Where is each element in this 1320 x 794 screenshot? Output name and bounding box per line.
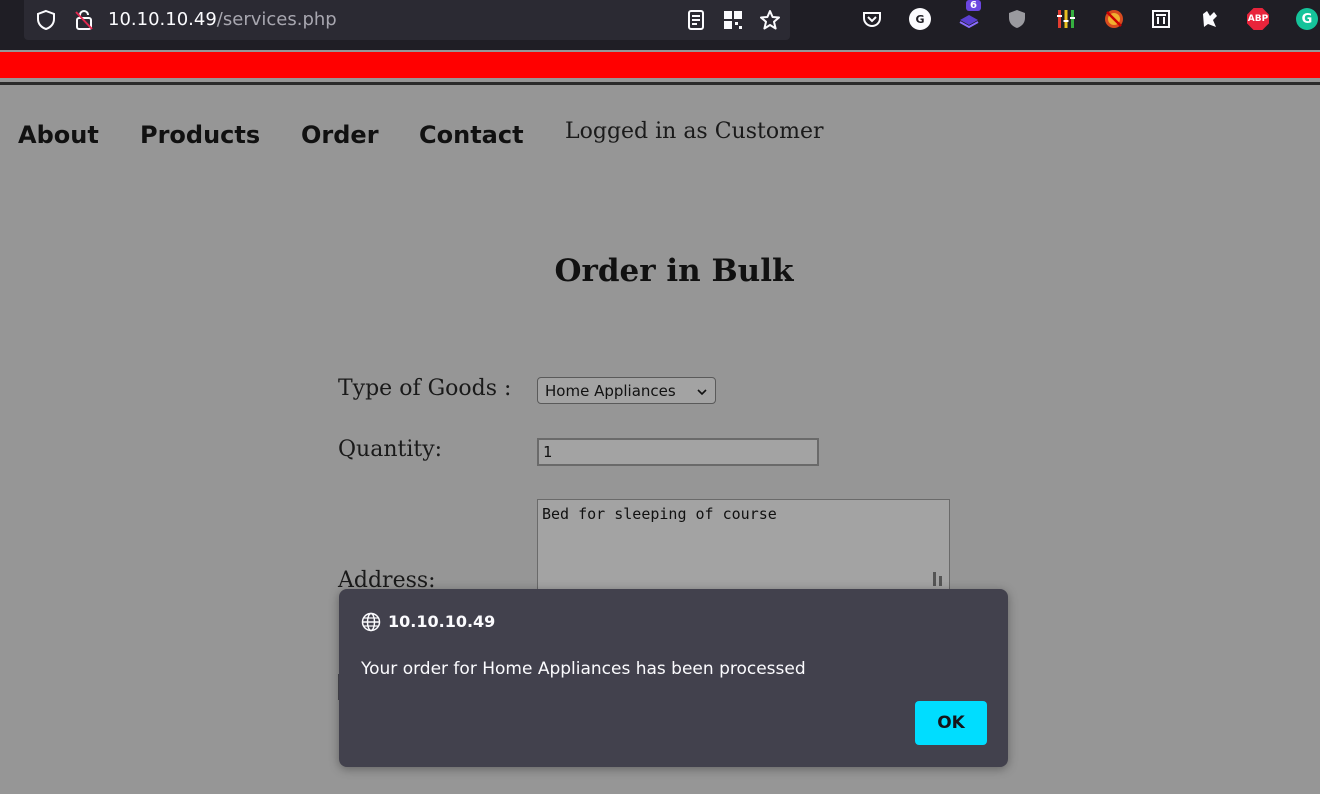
goods-select-value: Home Appliances (545, 382, 676, 400)
chevron-down-icon (697, 389, 707, 396)
address-value: Bed for sleeping of course (542, 505, 777, 523)
url-bar[interactable]: 10.10.10.49/services.php (24, 0, 790, 40)
url-path: /services.php (216, 9, 337, 30)
quantity-input[interactable]: 1 (537, 438, 819, 466)
goods-select[interactable]: Home Appliances (537, 377, 716, 404)
page-title: Order in Bulk (554, 253, 794, 289)
quantity-label: Quantity: (338, 437, 443, 462)
grammarly-icon[interactable]: G (1296, 8, 1318, 30)
resize-handle-icon[interactable] (933, 572, 945, 586)
adblock-plus-icon[interactable]: ABP (1247, 8, 1269, 30)
ok-button[interactable]: OK (915, 701, 987, 745)
equalizer-extension-icon[interactable] (1055, 8, 1077, 30)
dialog-title: 10.10.10.49 (388, 612, 496, 631)
nav-about[interactable]: About (18, 118, 99, 152)
no-script-icon[interactable] (1103, 8, 1125, 30)
nav-products[interactable]: Products (140, 118, 260, 152)
grammarly-g-icon[interactable]: G (909, 8, 931, 30)
bookmark-star-icon[interactable] (758, 8, 782, 32)
foxyproxy-icon[interactable] (1199, 8, 1221, 30)
globe-icon (361, 612, 381, 632)
url-host: 10.10.10.49 (108, 9, 217, 30)
nav-order[interactable]: Order (301, 118, 379, 152)
goods-label: Type of Goods : (338, 376, 512, 401)
shield-icon[interactable] (34, 8, 58, 32)
red-banner (0, 52, 1320, 78)
nav-contact[interactable]: Contact (419, 118, 524, 152)
url-text[interactable]: 10.10.10.49/services.php (108, 8, 337, 32)
qr-code-icon[interactable] (721, 8, 745, 32)
dialog-message: Your order for Home Appliances has been … (361, 659, 806, 679)
trash-extension-icon[interactable] (1150, 8, 1172, 30)
shield-extension-icon[interactable] (1006, 8, 1028, 30)
extension-badge-icon[interactable]: 6 (958, 0, 981, 30)
browser-toolbar: 10.10.10.49/services.php G 6 ABP G (0, 0, 1320, 50)
login-status: Logged in as Customer (565, 119, 824, 144)
extension-badge-count: 6 (966, 0, 981, 11)
insecure-lock-icon[interactable] (72, 8, 96, 32)
reader-view-icon[interactable] (684, 8, 708, 32)
header-divider (0, 82, 1320, 85)
address-textarea[interactable]: Bed for sleeping of course (537, 499, 950, 599)
pocket-icon[interactable] (861, 8, 883, 30)
alert-dialog: 10.10.10.49 Your order for Home Applianc… (339, 589, 1008, 767)
